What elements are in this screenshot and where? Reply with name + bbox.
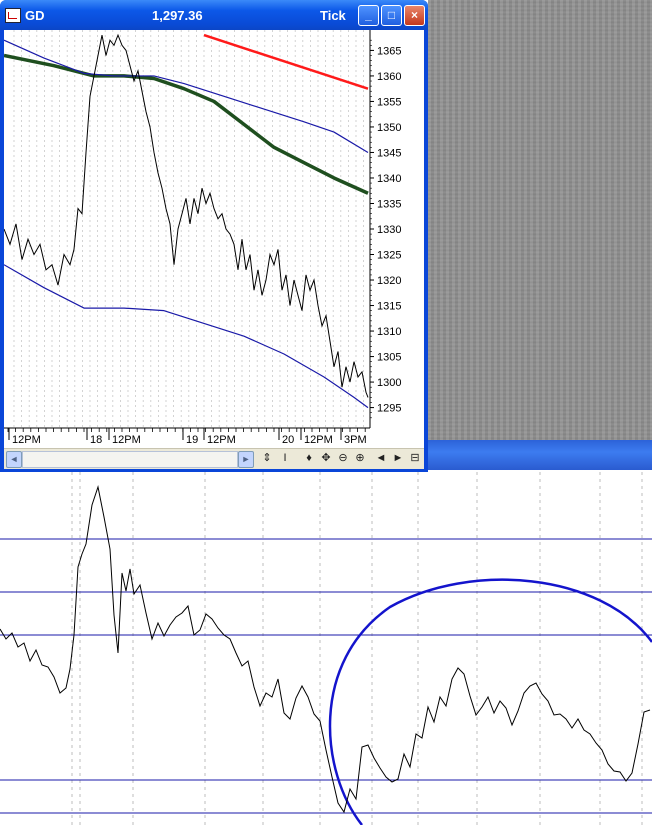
chart-icon <box>5 8 21 23</box>
y-tick-label: 1325 <box>377 250 401 262</box>
x-tick-label: 12PM <box>112 434 141 446</box>
pan-vertical-tool[interactable]: ♦ <box>302 451 316 466</box>
y-tick-label: 1300 <box>377 377 401 389</box>
x-tick-label: 20 <box>282 434 294 446</box>
maximize-button[interactable]: □ <box>381 5 402 26</box>
y-tick-label: 1295 <box>377 403 401 415</box>
chart-window: GD 1,297.36 Tick _ □ × 1295 1300 1305 1310 1… <box>0 0 428 472</box>
x-tick-label: 12PM <box>304 434 333 446</box>
zoom-background <box>0 472 652 825</box>
y-tick-label: 1315 <box>377 301 401 313</box>
arrow-right-icon: ► <box>241 454 251 464</box>
y-tick-label: 1340 <box>377 173 401 185</box>
interval-label: Tick <box>320 8 346 23</box>
move-tool[interactable]: ✥ <box>319 451 333 466</box>
chart-toolbar: ◄ ► ⇕ I ♦ ✥ ⊖ ⊕ ◄ ► ⊟ <box>4 448 424 469</box>
maximize-icon: □ <box>387 8 396 22</box>
x-tick-label: 12PM <box>12 434 41 446</box>
close-button[interactable]: × <box>404 5 425 26</box>
x-tick-label: 19 <box>186 434 198 446</box>
y-tick-label: 1365 <box>377 45 401 57</box>
background-desktop <box>428 0 652 440</box>
y-tick-label: 1355 <box>377 96 401 108</box>
y-tick-label: 1350 <box>377 122 401 134</box>
y-tick-label: 1345 <box>377 147 401 159</box>
scroll-right-button[interactable]: ► <box>238 451 254 468</box>
horizontal-scrollbar[interactable] <box>22 451 238 468</box>
scroll-left-button[interactable]: ◄ <box>6 451 22 468</box>
last-price: 1,297.36 <box>152 8 203 23</box>
minimize-icon: _ <box>365 8 372 22</box>
x-tick-label: 3PM <box>344 434 367 446</box>
back-tool[interactable]: ◄ <box>374 451 388 466</box>
cursor-tool[interactable]: I <box>278 451 292 466</box>
price-chart[interactable]: 1295 1300 1305 1310 1315 1320 1325 1330 1335 1340… <box>4 30 424 448</box>
arrow-left-icon: ◄ <box>9 454 19 464</box>
window-symbol: GD <box>25 8 45 23</box>
taskbar-strip <box>428 440 652 470</box>
minimize-button[interactable]: _ <box>358 5 379 26</box>
y-tick-label: 1320 <box>377 275 401 287</box>
chart-client-area: 1295 1300 1305 1310 1315 1320 1325 1330 1335 1340… <box>4 30 424 469</box>
y-tick-label: 1305 <box>377 352 401 364</box>
zoom-out-tool[interactable]: ⊖ <box>336 451 350 466</box>
y-tick-label: 1360 <box>377 71 401 83</box>
zoom-in-tool[interactable]: ⊕ <box>353 451 367 466</box>
zoomed-chart <box>0 472 652 825</box>
y-tick-label: 1310 <box>377 326 401 338</box>
close-icon: × <box>410 8 418 22</box>
y-tick-label: 1335 <box>377 198 401 210</box>
panel-tool[interactable]: ⊟ <box>408 451 422 466</box>
forward-tool[interactable]: ► <box>391 451 405 466</box>
y-tick-label: 1330 <box>377 224 401 236</box>
x-tick-label: 18 <box>90 434 102 446</box>
vertical-resize-tool[interactable]: ⇕ <box>260 451 274 466</box>
title-bar[interactable]: GD 1,297.36 Tick _ □ × <box>0 0 428 30</box>
x-tick-label: 12PM <box>207 434 236 446</box>
